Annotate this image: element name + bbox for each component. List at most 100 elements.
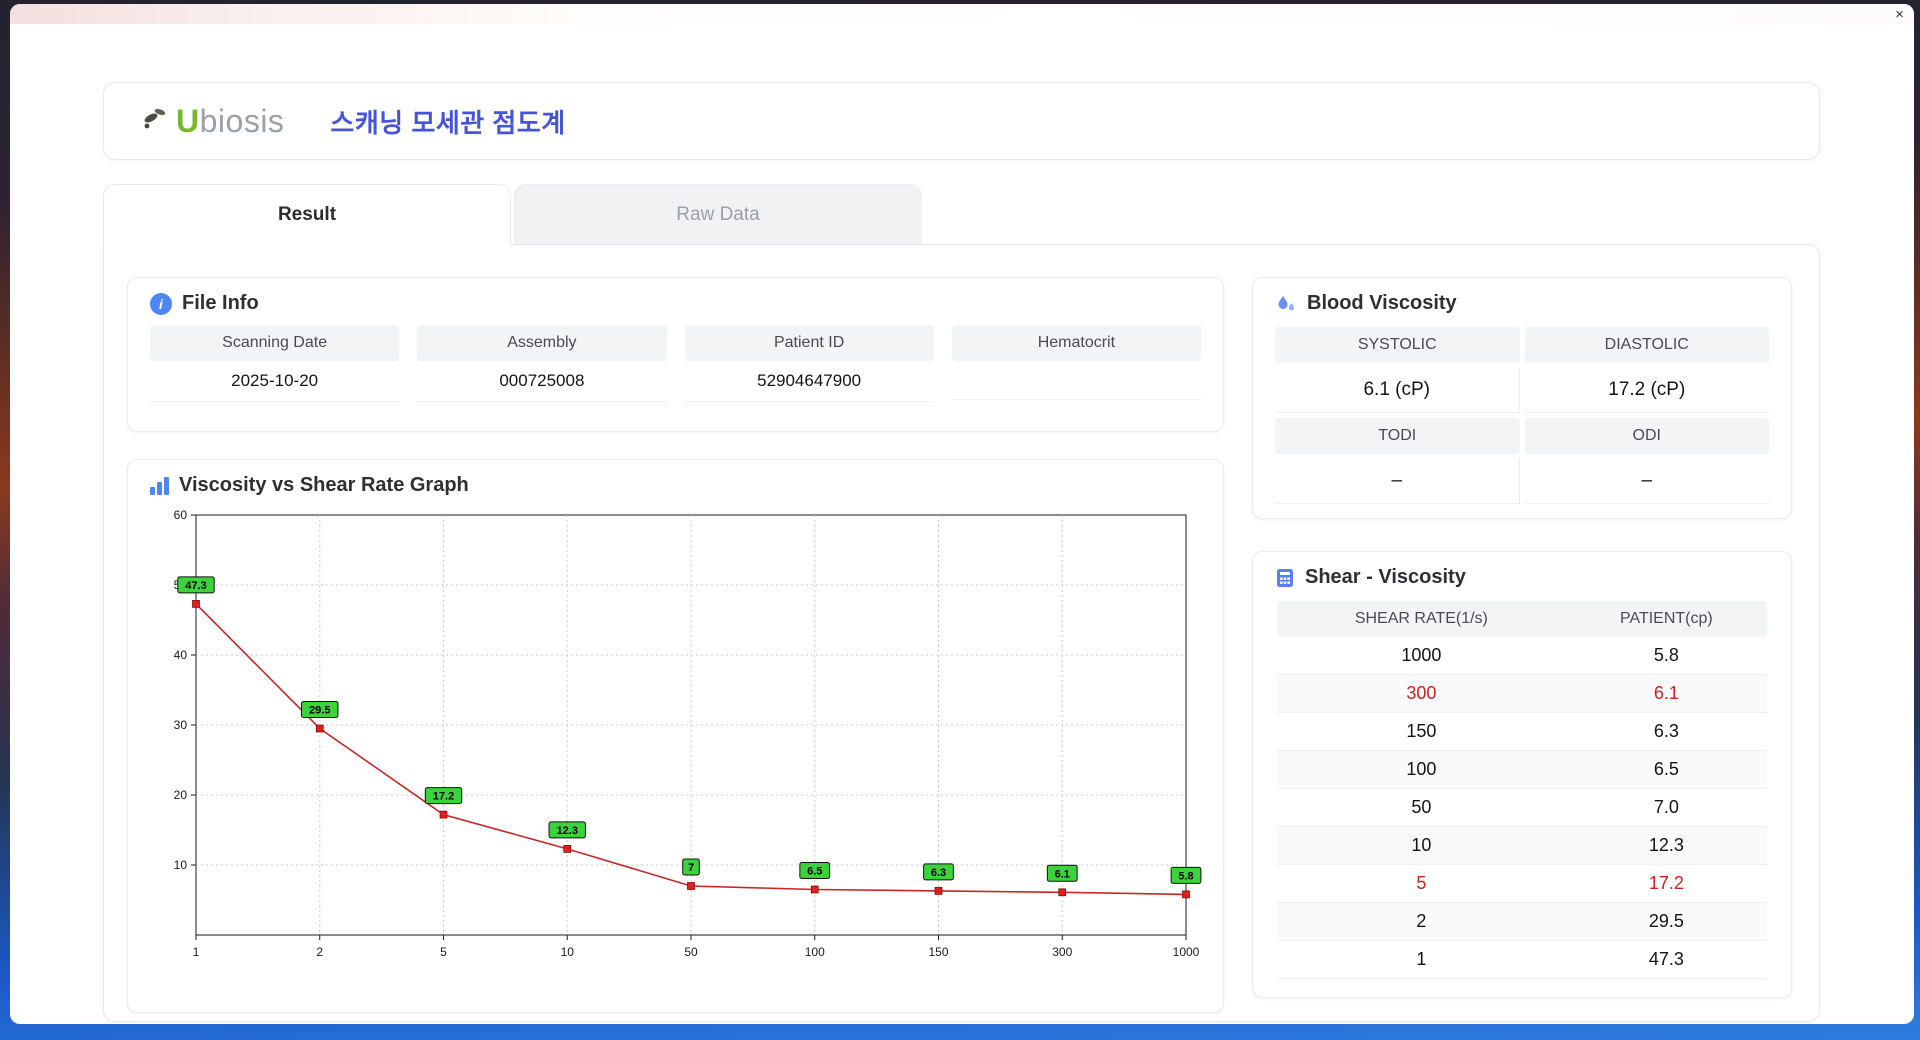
svg-text:6.5: 6.5 bbox=[807, 866, 822, 878]
field-value-patient-id: 52904647900 bbox=[684, 361, 934, 402]
svg-text:29.5: 29.5 bbox=[309, 705, 330, 717]
table-row: 300 6.1 bbox=[1277, 674, 1767, 713]
svg-text:40: 40 bbox=[174, 648, 188, 662]
svg-text:5.8: 5.8 bbox=[1178, 870, 1193, 882]
blood-viscosity-card: Blood Viscosity SYSTOLIC DIASTOLIC 6.1 (… bbox=[1252, 277, 1792, 519]
table-row: 50 7.0 bbox=[1277, 788, 1767, 827]
svg-text:300: 300 bbox=[1052, 945, 1072, 959]
field-label-patient-id: Patient ID bbox=[684, 325, 934, 361]
patient-cell: 7.0 bbox=[1565, 788, 1767, 827]
content-panel: i File Info Scanning Date 2025-10-20 Ass… bbox=[103, 244, 1820, 1022]
ubiosis-logo: Ubiosis bbox=[142, 103, 284, 140]
close-icon[interactable]: × bbox=[1895, 7, 1904, 22]
diastolic-value: 17.2 (cP) bbox=[1524, 368, 1769, 413]
page-title: 스캐닝 모세관 점도계 bbox=[330, 107, 566, 138]
graph-title: Viscosity vs Shear Rate Graph bbox=[179, 474, 469, 496]
shear-cell: 5 bbox=[1277, 864, 1566, 903]
svg-text:5: 5 bbox=[440, 945, 447, 959]
patient-cell: 17.2 bbox=[1565, 864, 1767, 903]
water-drop-icon bbox=[1275, 293, 1297, 315]
svg-text:50: 50 bbox=[684, 945, 698, 959]
todi-label: TODI bbox=[1275, 418, 1520, 454]
todi-value: – bbox=[1275, 459, 1520, 504]
shear-viscosity-title-row: Shear - Viscosity bbox=[1253, 552, 1791, 597]
left-column: i File Info Scanning Date 2025-10-20 Ass… bbox=[127, 277, 1224, 1021]
svg-text:1000: 1000 bbox=[1173, 945, 1200, 959]
bar-chart-icon bbox=[150, 476, 169, 495]
svg-text:150: 150 bbox=[928, 945, 948, 959]
shear-viscosity-table: SHEAR RATE(1/s) PATIENT(cp) 1000 5.8 300 6… bbox=[1277, 601, 1767, 979]
svg-text:12.3: 12.3 bbox=[557, 825, 578, 837]
col-header-shear-rate: SHEAR RATE(1/s) bbox=[1277, 601, 1566, 637]
patient-cell: 5.8 bbox=[1565, 637, 1767, 675]
patient-cell: 6.3 bbox=[1565, 712, 1767, 751]
blood-viscosity-title-row: Blood Viscosity bbox=[1253, 278, 1791, 323]
table-row: 1 47.3 bbox=[1277, 940, 1767, 979]
svg-text:17.2: 17.2 bbox=[433, 791, 454, 803]
field-label-scanning-date: Scanning Date bbox=[150, 325, 400, 361]
file-info-title: File Info bbox=[182, 292, 259, 314]
svg-text:20: 20 bbox=[174, 788, 188, 802]
window-titlebar: × bbox=[10, 4, 1914, 24]
odi-label: ODI bbox=[1524, 418, 1769, 454]
field-label-assembly: Assembly bbox=[417, 325, 667, 361]
diastolic-label: DIASTOLIC bbox=[1524, 327, 1769, 363]
tab-result[interactable]: Result bbox=[103, 184, 511, 245]
svg-text:7: 7 bbox=[688, 862, 694, 874]
svg-text:1: 1 bbox=[193, 945, 200, 959]
logo-leaves-icon bbox=[142, 105, 172, 140]
patient-cell: 47.3 bbox=[1565, 940, 1767, 979]
patient-cell: 29.5 bbox=[1565, 902, 1767, 941]
app-window: × Ubiosis 스캐닝 모세관 점도계 Result Raw Data i … bbox=[10, 4, 1914, 1024]
info-icon: i bbox=[150, 292, 172, 315]
table-row: 10 12.3 bbox=[1277, 826, 1767, 865]
shear-cell: 1 bbox=[1277, 940, 1566, 979]
main-area: Ubiosis 스캐닝 모세관 점도계 Result Raw Data i Fi… bbox=[103, 82, 1820, 1022]
tab-bar: Result Raw Data bbox=[103, 184, 1820, 245]
table-row: 150 6.3 bbox=[1277, 712, 1767, 751]
shear-viscosity-card: Shear - Viscosity SHEAR RATE(1/s) PATIEN… bbox=[1252, 551, 1792, 998]
svg-text:2: 2 bbox=[316, 945, 323, 959]
shear-viscosity-title: Shear - Viscosity bbox=[1305, 566, 1466, 588]
calculator-icon bbox=[1275, 568, 1295, 588]
svg-text:60: 60 bbox=[174, 508, 188, 522]
shear-cell: 300 bbox=[1277, 674, 1566, 713]
graph-title-row: Viscosity vs Shear Rate Graph bbox=[128, 460, 1223, 505]
shear-cell: 2 bbox=[1277, 902, 1566, 941]
svg-text:6.1: 6.1 bbox=[1055, 868, 1070, 880]
patient-cell: 6.5 bbox=[1565, 750, 1767, 789]
field-value-hematocrit bbox=[951, 361, 1201, 400]
viscosity-chart-svg: 1020304050601251050100150300100047.329.5… bbox=[174, 508, 1202, 959]
svg-text:47.3: 47.3 bbox=[185, 580, 206, 592]
viscosity-graph-card: Viscosity vs Shear Rate Graph 10 20 30 40 50… bbox=[127, 459, 1224, 1013]
blood-viscosity-table: SYSTOLIC DIASTOLIC 6.1 (cP) 17.2 (cP) TO… bbox=[1253, 323, 1791, 504]
odi-value: – bbox=[1524, 459, 1769, 504]
patient-cell: 6.1 bbox=[1565, 674, 1767, 713]
app-header: Ubiosis 스캐닝 모세관 점도계 bbox=[103, 82, 1820, 160]
file-info-fields: Scanning Date 2025-10-20 Assembly 000725… bbox=[128, 323, 1223, 402]
file-info-card: i File Info Scanning Date 2025-10-20 Ass… bbox=[127, 277, 1224, 432]
svg-text:10: 10 bbox=[174, 858, 188, 872]
file-info-title-row: i File Info bbox=[128, 278, 1223, 323]
svg-text:100: 100 bbox=[805, 945, 825, 959]
field-value-assembly: 000725008 bbox=[417, 361, 667, 402]
field-value-scanning-date: 2025-10-20 bbox=[150, 361, 400, 402]
shear-cell: 1000 bbox=[1277, 637, 1566, 675]
shear-cell: 100 bbox=[1277, 750, 1566, 789]
svg-text:6.3: 6.3 bbox=[931, 867, 946, 879]
systolic-value: 6.1 (cP) bbox=[1275, 368, 1520, 413]
blood-viscosity-title: Blood Viscosity bbox=[1307, 292, 1457, 314]
field-label-hematocrit: Hematocrit bbox=[951, 325, 1201, 361]
right-column: Blood Viscosity SYSTOLIC DIASTOLIC 6.1 (… bbox=[1252, 277, 1792, 1021]
logo-text-u: U bbox=[176, 102, 200, 139]
tab-raw-data[interactable]: Raw Data bbox=[514, 184, 922, 244]
shear-cell: 50 bbox=[1277, 788, 1566, 827]
svg-text:10: 10 bbox=[561, 945, 575, 959]
shear-cell: 150 bbox=[1277, 712, 1566, 751]
col-header-patient: PATIENT(cp) bbox=[1565, 601, 1767, 637]
table-row: 5 17.2 bbox=[1277, 864, 1767, 903]
viscosity-chart: 1020304050601251050100150300100047.329.5… bbox=[128, 505, 1223, 980]
systolic-label: SYSTOLIC bbox=[1275, 327, 1520, 363]
logo-text-rest: biosis bbox=[199, 102, 285, 139]
shear-cell: 10 bbox=[1277, 826, 1566, 865]
